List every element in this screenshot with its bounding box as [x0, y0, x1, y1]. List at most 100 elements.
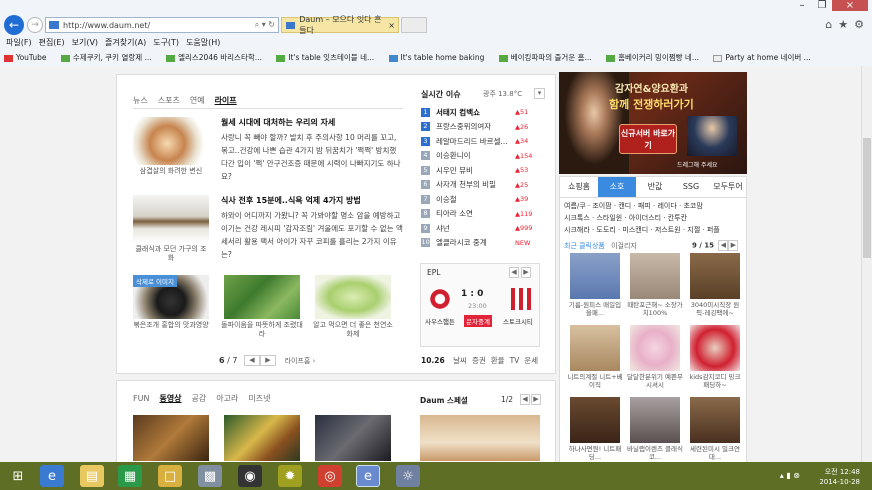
close-icon[interactable]: × [832, 0, 868, 11]
photo-thumbnail[interactable] [315, 275, 391, 319]
shop-prev-button[interactable]: ◀ [718, 240, 729, 251]
menu-view[interactable]: 보기(V) [72, 38, 98, 47]
weather-link[interactable]: 날씨 [453, 356, 467, 365]
tab-daum[interactable]: Daum – 모으다 잇다 흔들다 × [281, 15, 399, 35]
product-caption[interactable]: 달달한분위기 예쁜무시셔시 [627, 373, 683, 389]
product-image[interactable] [570, 253, 620, 299]
file-explorer-icon[interactable]: ▤ [80, 465, 104, 487]
rank-keyword[interactable]: 프랑스중위의여자 [436, 121, 515, 132]
product-caption[interactable]: 세련된미시 밀크연대... [687, 445, 743, 461]
product-caption[interactable]: 기름-원피스 매일입을패... [567, 301, 623, 317]
app-icon[interactable]: ☼ [396, 465, 420, 487]
category-row[interactable]: 여름/쿠 · 조이팜 · 캔디 · 패피 · 레이다 · 초코맘 [564, 200, 746, 212]
favorite-item[interactable]: Party at home 네이버 ... [713, 53, 811, 62]
maximize-icon[interactable]: ❐ [812, 0, 832, 11]
ie-icon[interactable]: e [40, 465, 64, 487]
realtime-item[interactable]: 2 프랑스중위의여자 ▲26 [421, 120, 541, 135]
windows-start-icon[interactable]: ⊞ [6, 465, 30, 487]
product-caption[interactable]: kids감지코디 밍크패딩하~ [687, 373, 743, 389]
article-links[interactable]: 사랑니 꼭 빼야 할까? 발치 후 주의사항 10 머리를 꼬고, 볶고..건강… [221, 131, 403, 183]
product-image[interactable] [570, 325, 620, 371]
favorite-item[interactable]: It's table home baking [388, 53, 484, 62]
tab-life[interactable]: 라이프 [215, 96, 237, 105]
tab-entertainment[interactable]: 연예 [190, 96, 205, 105]
ie-active-icon[interactable]: e [356, 465, 380, 487]
article-headline[interactable]: 식사 전후 15분에..식욕 억제 4가지 방법 [221, 195, 361, 206]
special-prev-button[interactable]: ◀ [520, 394, 530, 405]
epl-prev-button[interactable]: ◀ [509, 267, 519, 278]
product-caption[interactable]: 니트의계절 니트+베이직 [567, 373, 623, 389]
star-icon[interactable]: ★ [838, 18, 848, 31]
menu-favorites[interactable]: 즐겨찾기(A) [105, 38, 146, 47]
favorite-item[interactable]: 엘리스2046 바리스타학... [166, 53, 262, 62]
rank-keyword[interactable]: 샤넌 [436, 223, 515, 234]
favorite-item[interactable]: YouTube [4, 53, 47, 62]
fortune-link[interactable]: 운세 [524, 356, 538, 365]
minimize-icon[interactable]: – [792, 0, 812, 11]
rank-keyword[interactable]: 레알마드리드 바르셀... [436, 136, 515, 147]
search-refresh-icon[interactable]: ⌕ ▾ ↻ [255, 20, 278, 30]
product-image[interactable] [690, 397, 740, 443]
recent-link[interactable]: 최근 클릭상품 [564, 242, 605, 250]
home-icon[interactable]: ⌂ [825, 18, 832, 31]
tab-miznet[interactable]: 미즈넷 [248, 394, 270, 403]
address-bar[interactable]: http://www.daum.net/ ⌕ ▾ ↻ [45, 17, 279, 33]
realtime-item[interactable]: 7 이승철 ▲39 [421, 192, 541, 207]
folder-icon[interactable]: □ [158, 465, 182, 487]
product-image[interactable] [690, 253, 740, 299]
tab-news[interactable]: 뉴스 [133, 96, 148, 105]
favorite-item[interactable]: 홈베이커리 밍이쩜빵 네... [606, 53, 699, 62]
calculator-icon[interactable]: ▩ [198, 465, 222, 487]
home-team[interactable]: 사우스햄튼 [425, 316, 455, 326]
favorite-item[interactable]: 베이킹파파의 즐거운 홈... [498, 53, 592, 62]
special-next-button[interactable]: ▶ [531, 394, 541, 405]
realtime-item[interactable]: 6 사자개 천부의 비밀 ▲25 [421, 178, 541, 193]
rank-keyword[interactable]: 시우민 뮤비 [436, 165, 515, 176]
tv-link[interactable]: TV [510, 356, 520, 365]
tab-soho[interactable]: 소호 [598, 177, 636, 197]
tab-close-icon[interactable]: × [388, 21, 398, 30]
tab-ssg[interactable]: SSG [674, 177, 708, 197]
photo-thumbnail[interactable] [224, 275, 300, 319]
scrollbar[interactable] [861, 66, 872, 462]
photo-thumbnail[interactable]: 삭제로 이미지 [133, 275, 209, 319]
rank-keyword[interactable]: 엘클라시코 중계 [436, 237, 515, 248]
exchange-link[interactable]: 환율 [491, 356, 505, 365]
new-tab-button[interactable] [401, 17, 427, 33]
favorite-item[interactable]: 수제쿠키, 쿠키 열랑제 ... [60, 53, 152, 62]
weather-dropdown-icon[interactable]: ▾ [534, 88, 545, 99]
back-button[interactable]: ← [4, 15, 24, 35]
rank-keyword[interactable]: 사자개 천부의 비밀 [436, 179, 515, 190]
product-image[interactable] [630, 325, 680, 371]
epl-next-button[interactable]: ▶ [521, 267, 531, 278]
thumbnail-caption[interactable]: 삼겹살의 화려한 변신 [133, 167, 209, 176]
category-row[interactable]: 시크톡스 · 스타일윈 · 아이더스티 · 칸투칸 [564, 212, 746, 224]
menu-file[interactable]: 파일(F) [6, 38, 32, 47]
tab-modutour[interactable]: 모두투어 [708, 177, 748, 197]
realtime-item[interactable]: 5 시우민 뮤비 ▲53 [421, 163, 541, 178]
realtime-item[interactable]: 10 엘클라시코 중계 NEW [421, 236, 541, 251]
realtime-item[interactable]: 4 이승환니이 ▲154 [421, 149, 541, 164]
realtime-item[interactable]: 3 레알마드리드 바르셀... ▲34 [421, 134, 541, 149]
realtime-item[interactable]: 8 티아라 소연 ▲119 [421, 207, 541, 222]
thumbnail-caption[interactable]: 클래식과 모던 가구의 조화 [133, 245, 209, 263]
favorite-item[interactable]: It's table 잇츠테이블 네... [276, 53, 374, 62]
product-image[interactable] [570, 397, 620, 443]
chrome-icon[interactable]: ◎ [318, 465, 342, 487]
rank-keyword[interactable]: 티아라 소연 [436, 208, 515, 219]
life-home-link[interactable]: 라이프홈 › [285, 357, 316, 365]
rank-keyword[interactable]: 이승환니이 [436, 150, 515, 161]
menu-help[interactable]: 도움말(H) [186, 38, 220, 47]
away-team[interactable]: 스토크시티 [503, 316, 533, 326]
realtime-item[interactable]: 9 샤넌 ▲999 [421, 221, 541, 236]
clock[interactable]: 오전 12:48 2014-10-28 [819, 467, 860, 487]
category-row[interactable]: 시크해라 · 도도리 · 미스캔디 · 저스트원 · 지젤 · 퍼플 [564, 224, 746, 236]
special-thumbnail[interactable] [420, 415, 540, 461]
tab-fun[interactable]: FUN [133, 394, 149, 403]
photo-caption[interactable]: 볶은조개 홍합의 맛과영양 [129, 321, 213, 330]
product-caption[interactable]: 바닐랩이렌즈 클래식 코... [627, 445, 683, 461]
media-player-icon[interactable]: ◉ [238, 465, 262, 487]
rank-keyword[interactable]: 서태지 컴백쇼 [436, 107, 515, 118]
app-icon[interactable]: ✹ [278, 465, 302, 487]
tab-empathy[interactable]: 공감 [192, 394, 207, 403]
